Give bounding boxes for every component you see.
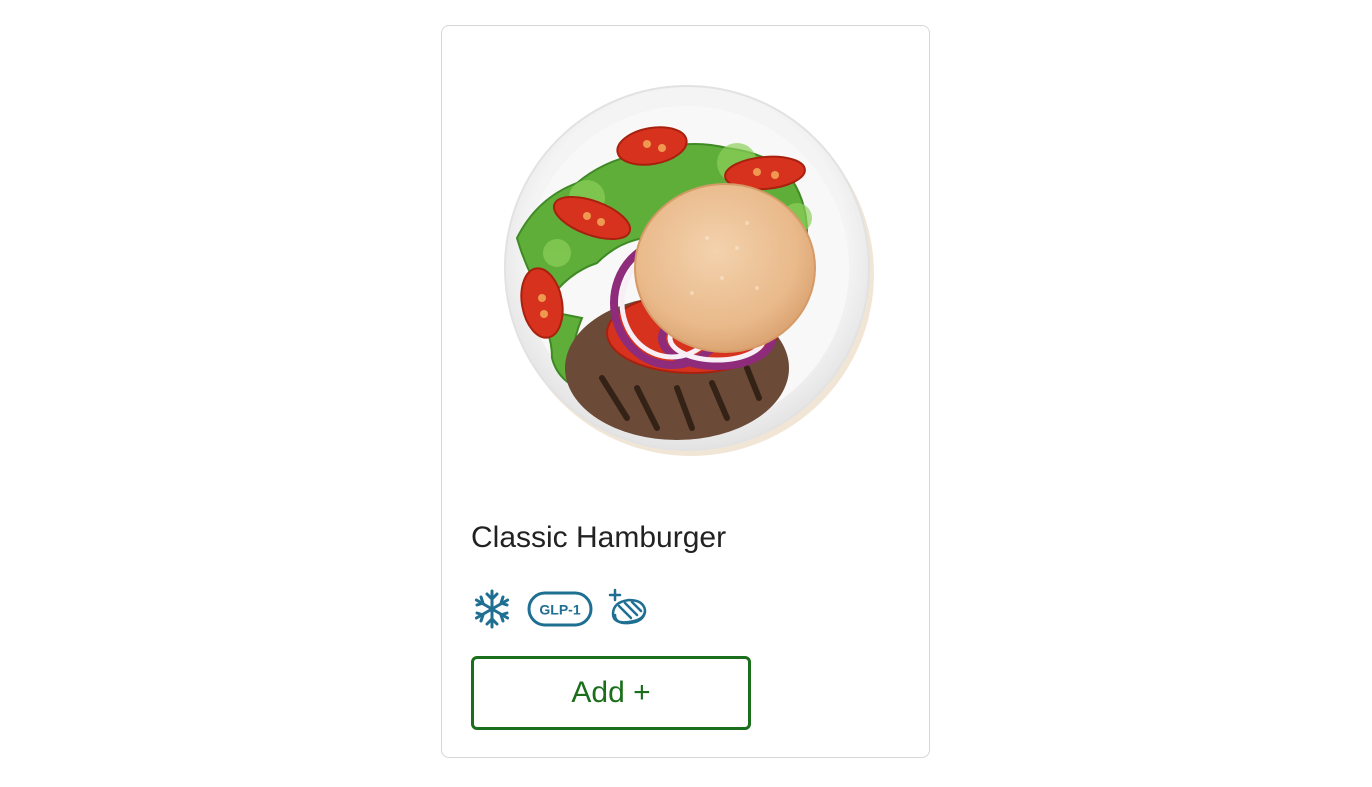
- product-image: [497, 78, 877, 458]
- glp1-badge-icon: GLP-1: [527, 591, 593, 627]
- glp1-badge-label: GLP-1: [539, 602, 580, 618]
- product-title: Classic Hamburger: [471, 521, 727, 554]
- hamburger-plate-illustration: [504, 85, 874, 456]
- product-card: Classic Hamburger GLP-1 Add +: [441, 25, 930, 758]
- protein-plus-icon: [608, 588, 647, 625]
- snowflake-icon: [474, 589, 510, 629]
- dietary-badges: GLP-1: [471, 587, 649, 631]
- add-to-cart-button[interactable]: Add +: [471, 656, 751, 730]
